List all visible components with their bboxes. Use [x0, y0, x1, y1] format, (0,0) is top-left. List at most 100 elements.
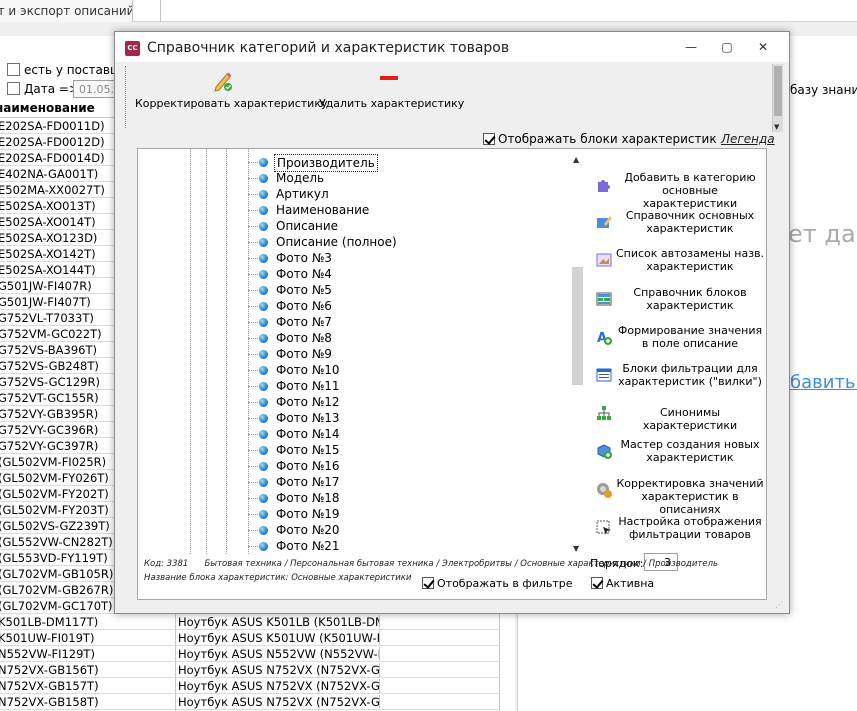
tree-connector	[248, 482, 258, 483]
action-label: Добавить в категорию основные характерис…	[624, 171, 756, 210]
stamp-icon	[596, 482, 612, 498]
characteristic-bullet-icon	[259, 286, 268, 295]
toolbar-grip[interactable]	[125, 66, 128, 128]
font-add-icon: A	[596, 329, 612, 346]
characteristic-bullet-icon	[259, 414, 268, 423]
delete-characteristic-button[interactable]: Удалить характеристику	[319, 70, 464, 126]
tree-connector	[248, 514, 258, 515]
category-path: Код: 3381 Бытовая техника / Персональная…	[144, 559, 718, 569]
resize-grip[interactable]: ⋰	[775, 600, 783, 609]
add-link[interactable]: бавить с	[790, 372, 857, 393]
action-label: Справочник основных характеристик	[625, 209, 755, 236]
action-label: Список автозамены назв. характеристик	[615, 247, 765, 274]
tree-connector	[248, 386, 258, 387]
tree-item-label: Фото №4	[276, 267, 332, 281]
scroll-down-icon[interactable]: ▼	[573, 544, 579, 553]
characteristic-bullet-icon	[259, 190, 268, 199]
options-row: Отображать блоки характеристик Легенда	[137, 131, 775, 147]
filter-block-icon	[596, 367, 612, 383]
tab-import-export[interactable]: рт и экспорт описаний	[0, 0, 133, 22]
edit-card-icon	[596, 214, 612, 230]
edit-characteristic-button[interactable]: Корректировать характеристику	[135, 70, 327, 126]
characteristic-bullet-icon	[259, 462, 268, 471]
characteristic-bullet-icon	[259, 446, 268, 455]
characteristic-bullet-icon	[259, 222, 268, 231]
tree-scrollbar[interactable]: ▲ ▼	[570, 153, 584, 553]
tree-connector	[248, 290, 258, 291]
characteristics-tree[interactable]: Производитель Модель Артикул Наименование Оп…	[138, 149, 586, 554]
table-row[interactable]: N752VX-GB157T) Ноутбук ASUS N752VX (N752V…	[0, 678, 500, 694]
characteristic-bullet-icon	[259, 238, 268, 247]
row-code: N552VW-FI129T)	[0, 647, 95, 661]
tree-item-label: Фото №18	[276, 491, 340, 505]
tree-connector	[248, 434, 258, 435]
date-filter[interactable]: Дата =>	[7, 82, 79, 96]
minimize-button[interactable]: —	[682, 38, 700, 56]
table-row[interactable]: K501UW-FI019T) Ноутбук ASUS K501UW (K501U…	[0, 630, 500, 646]
show-in-filter-option[interactable]: Отображать в фильтре	[422, 577, 573, 590]
tree-connector	[248, 498, 258, 499]
characteristic-bullet-icon	[259, 494, 268, 503]
show-blocks-option[interactable]: Отображать блоки характеристик	[483, 132, 717, 146]
action-cube-add[interactable]: Мастер создания новых характеристик	[590, 438, 768, 470]
action-select[interactable]: Настройка отображения фильтрации товаров	[590, 515, 768, 547]
row-code: N752VX-GB157T)	[0, 679, 99, 693]
tree-item-label: Фото №10	[276, 363, 340, 377]
supplier-checkbox[interactable]	[7, 63, 20, 76]
code-label: Код: 3381	[144, 559, 189, 569]
tree-guide-line	[206, 149, 207, 554]
characteristic-bullet-icon	[259, 334, 268, 343]
action-filter-block[interactable]: Блоки фильтрации для характеристик ("вил…	[590, 362, 768, 394]
scroll-up-icon[interactable]: ▲	[573, 155, 579, 164]
action-blocks[interactable]: Справочник блоков характеристик	[590, 286, 768, 318]
select-icon	[596, 520, 612, 536]
action-font-add[interactable]: A Формирование значения в поле описание	[590, 324, 768, 356]
action-puzzle[interactable]: Добавить в категорию основные характерис…	[590, 171, 768, 210]
table-row[interactable]: K501LB-DM117T) Ноутбук ASUS K501LB (K501L…	[0, 614, 500, 630]
legend-link[interactable]: Легенда	[721, 132, 775, 146]
toolbar-scroll-thumb[interactable]	[774, 66, 782, 116]
empty-state-text: ет дан	[788, 220, 857, 248]
categories-dialog: СС Справочник категорий и характеристик …	[114, 31, 790, 614]
show-in-filter-checkbox[interactable]	[422, 577, 434, 589]
characteristic-bullet-icon	[259, 366, 268, 375]
table-row[interactable]: N752VX-GB156T) Ноутбук ASUS N752VX (N752V…	[0, 662, 500, 678]
tree-connector	[248, 322, 258, 323]
row-name: Ноутбук ASUS K501UW (K501UW-FI019T	[178, 631, 380, 645]
date-checkbox[interactable]	[7, 82, 20, 95]
tree-item-label: Фото №19	[276, 507, 340, 521]
characteristic-bullet-icon	[259, 254, 268, 263]
show-blocks-checkbox[interactable]	[483, 133, 495, 145]
table-row[interactable]: N552VW-FI129T) Ноутбук ASUS N552VW (N552V…	[0, 646, 500, 662]
tree-guide-line	[190, 149, 191, 554]
action-hierarchy[interactable]: Синонимы характеристики	[590, 400, 768, 432]
row-code: N752VX-GB156T)	[0, 663, 99, 677]
tree-connector	[248, 354, 258, 355]
action-edit-card[interactable]: Справочник основных характеристик	[590, 209, 768, 241]
tree-item-label: Фото №6	[276, 299, 332, 313]
table-row[interactable]: N752VX-GB158T) Ноутбук ASUS N752VX (N752V…	[0, 694, 500, 710]
dialog-title-bar[interactable]: СС Справочник категорий и характеристик …	[115, 32, 789, 62]
tree-item-label: Артикул	[276, 187, 329, 201]
category-path-text: Бытовая техника / Персональная бытовая т…	[204, 559, 719, 569]
block-name: Название блока характеристик: Основные х…	[144, 573, 412, 583]
pencil-check-icon	[212, 70, 234, 92]
characteristic-bullet-icon	[259, 430, 268, 439]
action-label: Настройка отображения фильтрации товаров	[618, 514, 762, 541]
tree-connector	[248, 162, 258, 163]
tree-connector	[248, 402, 258, 403]
close-button[interactable]: ✕	[754, 38, 772, 56]
action-image-list[interactable]: Список автозамены назв. характеристик	[590, 247, 768, 279]
tree-item-label: Описание (полное)	[276, 235, 397, 249]
tree-scroll-thumb[interactable]	[572, 267, 583, 385]
active-checkbox[interactable]	[591, 577, 603, 589]
scroll-down-icon[interactable]: ▼	[774, 123, 779, 131]
active-option[interactable]: Активна	[591, 577, 654, 590]
minus-icon	[378, 70, 400, 92]
tree-connector	[248, 274, 258, 275]
toolbar-scrollbar[interactable]: ▼	[772, 64, 783, 132]
action-label: Блоки фильтрации для характеристик ("вил…	[618, 362, 762, 388]
maximize-button[interactable]: ▢	[718, 38, 736, 56]
tree-item-label: Фото №15	[276, 443, 340, 457]
action-stamp[interactable]: Корректировка значений характеристик в о…	[590, 477, 768, 516]
